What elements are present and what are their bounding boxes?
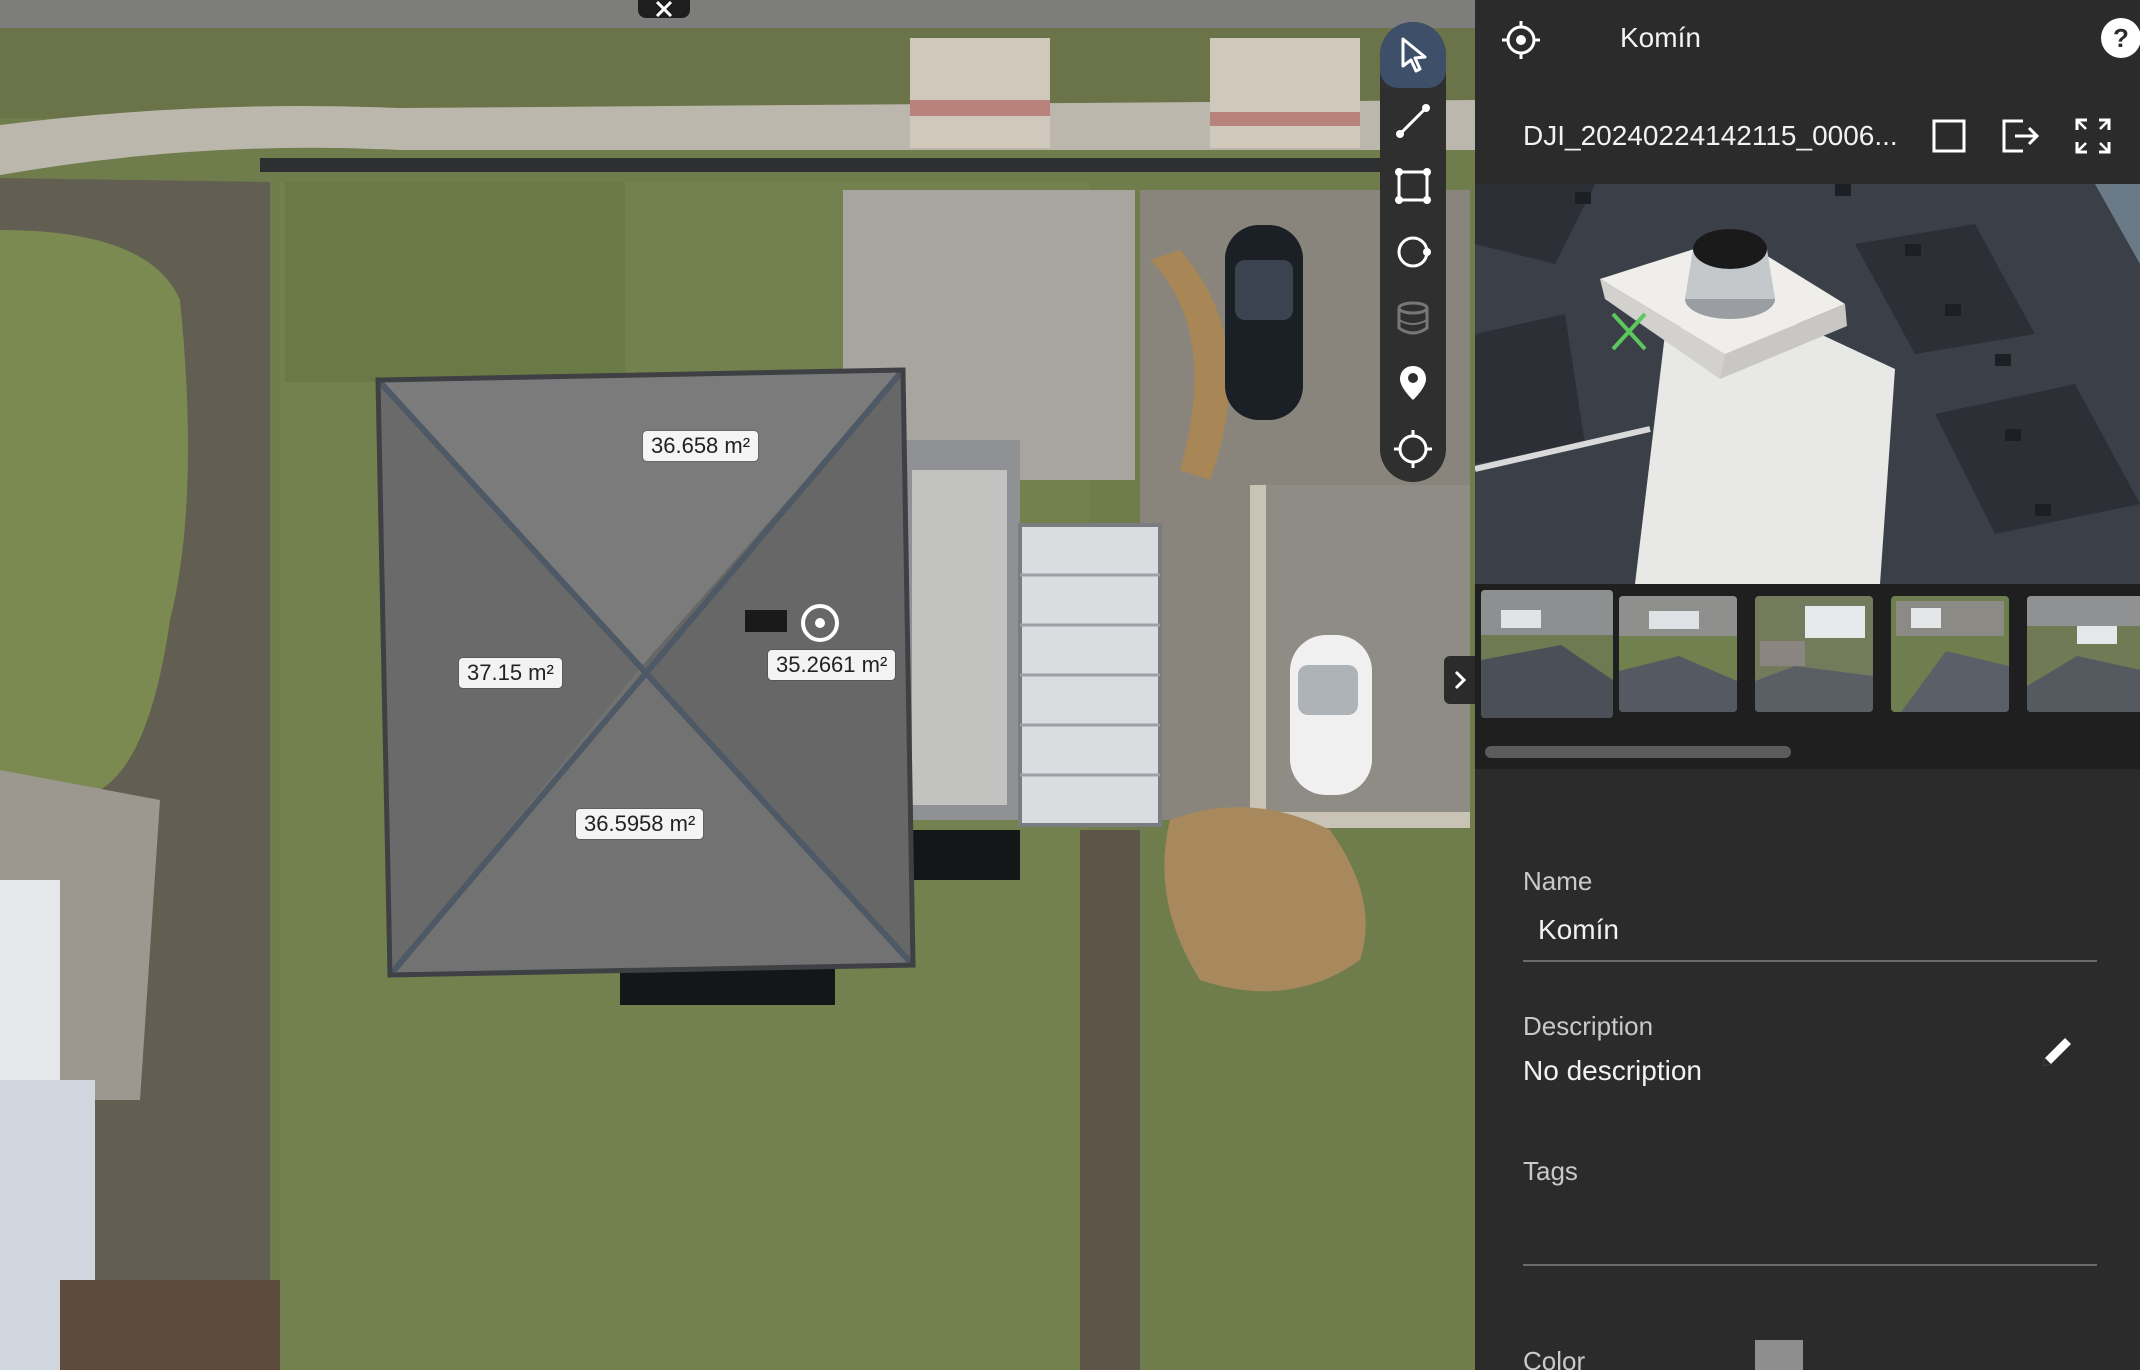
thumbnail-scrollbar[interactable] (1485, 746, 1791, 758)
svg-text:?: ? (2113, 23, 2129, 53)
description-label: Description (1523, 1011, 1654, 1041)
point-tool[interactable] (1380, 416, 1446, 482)
line-measure-tool[interactable] (1380, 88, 1446, 154)
location-pin-icon (1400, 366, 1426, 401)
pin-tool[interactable] (1380, 351, 1446, 417)
image-toolbar: DJI_20240224142115_0006... (1475, 100, 2140, 176)
help-icon[interactable]: ? (2099, 16, 2140, 60)
export-button[interactable] (1997, 112, 2045, 160)
close-icon (655, 1, 673, 17)
color-swatch[interactable] (1755, 1340, 1803, 1370)
description-value: No description (1523, 1055, 1702, 1086)
close-measure-button[interactable] (638, 0, 690, 18)
chimney-photo (1475, 184, 2140, 584)
measure-toolbar (1380, 22, 1446, 482)
color-label: Color (1523, 1346, 1586, 1370)
panel-header: Komín ? (1475, 0, 2140, 80)
name-field-underline (1523, 960, 2097, 962)
cursor-arrow-icon (1401, 37, 1427, 73)
chevron-right-icon (1454, 670, 1467, 690)
area-label[interactable]: 35.2661 m² (768, 650, 896, 680)
fullscreen-icon (2075, 118, 2111, 154)
area-label[interactable]: 37.15 m² (459, 658, 562, 688)
crosshair-icon (1394, 430, 1432, 469)
circle-icon (1397, 236, 1431, 268)
tags-field-underline (1523, 1264, 2097, 1266)
orthophoto-scene (0, 0, 1475, 1370)
thumbnail[interactable] (1891, 596, 2009, 712)
thumbnail[interactable] (1481, 590, 1613, 718)
thumbnail-strip (1475, 584, 2140, 769)
area-label[interactable]: 36.658 m² (643, 431, 759, 461)
select-tool[interactable] (1380, 22, 1446, 88)
panel-collapse-toggle[interactable] (1444, 656, 1475, 704)
name-label: Name (1523, 866, 1593, 896)
page-title: Komín (1620, 22, 1701, 53)
image-filename: DJI_20240224142115_0006... (1523, 120, 1898, 151)
thumbnail[interactable] (2027, 596, 2140, 712)
square-icon (1932, 119, 1966, 153)
thumbnail[interactable] (1755, 596, 1873, 712)
fullscreen-button[interactable] (2069, 112, 2117, 160)
map-viewport[interactable]: 36.658 m² 37.15 m² 35.2661 m² 36.5958 m² (0, 0, 1475, 1370)
detail-panel: Komín ? DJI_20240224142115_0006... Name … (1475, 0, 2140, 1370)
thumbnail[interactable] (1619, 596, 1737, 712)
circle-tool[interactable] (1380, 219, 1446, 285)
edit-icon[interactable] (2035, 1030, 2079, 1074)
photo-viewer[interactable] (1475, 184, 2140, 584)
polygon-icon (1395, 168, 1431, 205)
name-field[interactable]: Komín (1538, 914, 1619, 946)
area-measure-tool[interactable] (1380, 153, 1446, 219)
line-icon (1396, 103, 1430, 138)
area-label[interactable]: 36.5958 m² (576, 809, 704, 839)
tags-label: Tags (1523, 1156, 1578, 1186)
crosshair-icon[interactable] (1499, 18, 1543, 62)
cylinder-icon (1397, 301, 1429, 335)
volume-tool[interactable] (1380, 285, 1446, 351)
square-view-button[interactable] (1925, 112, 1973, 160)
export-icon (2002, 119, 2040, 153)
